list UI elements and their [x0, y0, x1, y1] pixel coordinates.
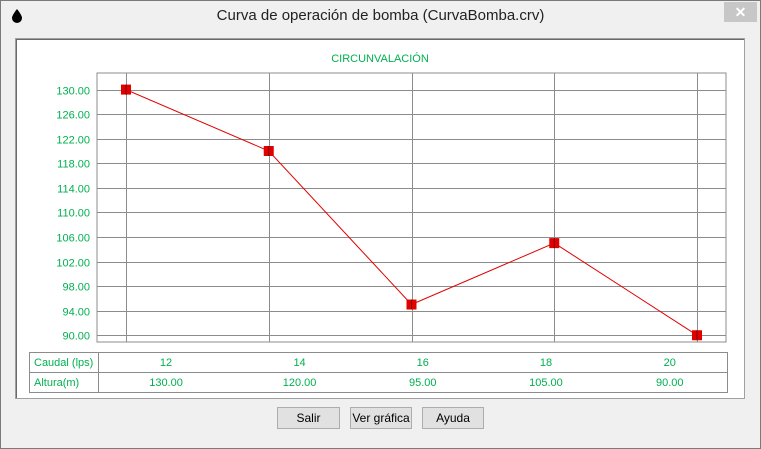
window-title: Curva de operación de bomba (CurvaBomba.…	[216, 7, 545, 24]
y-tick-label: 114.00	[57, 184, 90, 196]
line-chart: 130.00 126.00 122.00 118.00 114.00 110.00 106.…	[56, 72, 727, 343]
y-tick-label: 90.00	[62, 331, 90, 343]
data-table: Caudal (lps) 12 14 16 18 20 Altura(m) 13…	[29, 352, 729, 393]
y-tick-label: 102.00	[56, 258, 90, 270]
ver-grafica-button[interactable]: Ver gráfica	[350, 407, 412, 429]
y-tick-label: 130.00	[56, 86, 90, 98]
title-bar: Curva de operación de bomba (CurvaBomba.…	[1, 1, 760, 31]
dialog-window: Curva de operación de bomba (CurvaBomba.…	[0, 0, 761, 449]
y-tick-label: 122.00	[56, 135, 90, 147]
caudal-cell: 16	[366, 352, 480, 373]
caudal-label: Caudal (lps)	[29, 352, 99, 373]
caudal-cell: 12	[98, 352, 234, 373]
altura-cell: 120.00	[233, 372, 367, 393]
altura-label: Altura(m)	[29, 372, 99, 393]
caudal-cell: 20	[612, 352, 729, 373]
y-tick-label: 94.00	[62, 307, 90, 319]
altura-cell: 130.00	[98, 372, 234, 393]
y-tick-label: 118.00	[57, 159, 90, 171]
y-tick-label: 126.00	[56, 110, 90, 122]
close-button[interactable]: ✕	[724, 2, 757, 22]
table-row: Caudal (lps) 12 14 16 18 20	[29, 352, 729, 373]
altura-cell: 95.00	[366, 372, 480, 393]
y-tick-label: 110.00	[57, 208, 90, 220]
salir-button[interactable]: Salir	[277, 407, 340, 429]
caudal-cell: 18	[479, 352, 613, 373]
ayuda-button[interactable]: Ayuda	[422, 407, 484, 429]
altura-cell: 105.00	[479, 372, 613, 393]
table-row: Altura(m) 130.00 120.00 95.00 105.00 90.…	[29, 372, 729, 393]
caudal-cell: 14	[233, 352, 367, 373]
chart-panel: CIRCUNVALACIÓN 130.00 126.00 122.00 118.00 1…	[15, 38, 745, 399]
y-tick-label: 98.00	[62, 282, 90, 294]
altura-cell: 90.00	[612, 372, 729, 393]
y-tick-label: 106.00	[56, 233, 90, 245]
